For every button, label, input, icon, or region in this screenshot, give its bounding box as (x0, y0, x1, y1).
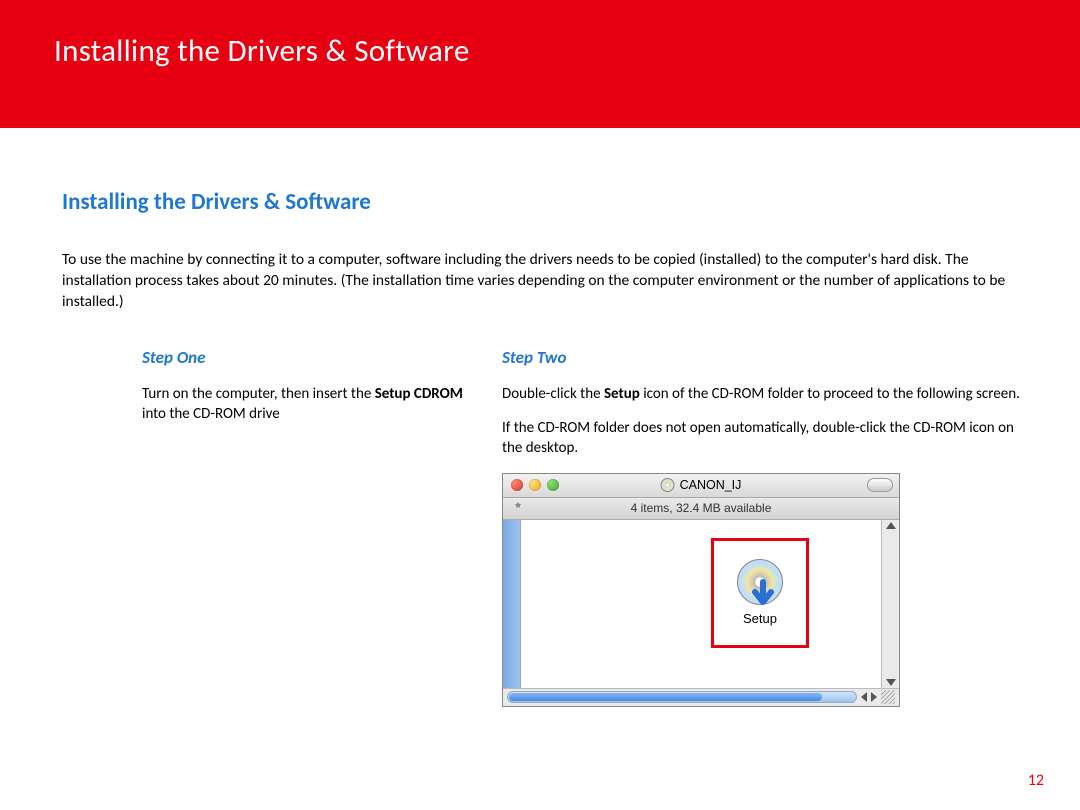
step-two-body: Double-click the Setup icon of the CD-RO… (502, 384, 1028, 459)
page-title: Installing the Drivers & Software (54, 32, 1080, 70)
steps-columns: Step One Turn on the computer, then inse… (62, 347, 1028, 707)
step-two-p2: If the CD-ROM folder does not open autom… (502, 418, 1028, 459)
finder-body: Setup (503, 520, 899, 688)
scroll-down-icon (886, 679, 896, 686)
step-two-heading: Step Two (502, 347, 1028, 368)
close-icon (511, 479, 523, 491)
window-title: CANON_IJ (661, 478, 742, 492)
step-one-heading: Step One (142, 347, 472, 368)
intro-paragraph: To use the machine by connecting it to a… (62, 250, 1028, 313)
cd-setup-icon (737, 559, 783, 605)
disc-icon (661, 478, 675, 492)
scroll-up-icon (886, 522, 896, 529)
minimize-icon (529, 479, 541, 491)
finder-window-screenshot: CANON_IJ 4 items, 32.4 MB available (502, 473, 900, 707)
traffic-lights (511, 479, 559, 491)
icon-area: Setup (521, 520, 881, 688)
zoom-icon (547, 479, 559, 491)
step-one-bold: Setup CDROM (375, 385, 463, 403)
step-two-p1-bold: Setup (604, 385, 640, 403)
sidebar-sliver (503, 520, 521, 688)
window-title-text: CANON_IJ (680, 478, 742, 492)
page-number: 12 (1028, 771, 1044, 790)
step-one-text-a: Turn on the computer, then insert the (142, 385, 375, 403)
setup-icon-label: Setup (743, 611, 777, 626)
setup-icon-highlight: Setup (711, 538, 809, 648)
step-one-text-b: into the CD-ROM drive (142, 405, 280, 423)
vertical-scrollbar (881, 520, 899, 688)
finder-status-bar: 4 items, 32.4 MB available (503, 498, 899, 520)
resize-corner-icon (881, 690, 895, 704)
action-menu-icon (511, 501, 525, 515)
horizontal-scrollbar (507, 691, 857, 703)
finder-bottom-bar (503, 688, 899, 706)
content-area: Installing the Drivers & Software To use… (0, 128, 1080, 707)
step-one-body: Turn on the computer, then insert the Se… (142, 384, 472, 425)
scroll-right-icon (871, 692, 877, 702)
finder-titlebar: CANON_IJ (503, 474, 899, 498)
step-one-column: Step One Turn on the computer, then inse… (62, 347, 472, 707)
status-text: 4 items, 32.4 MB available (631, 501, 772, 515)
step-two-column: Step Two Double-click the Setup icon of … (492, 347, 1028, 707)
toolbar-toggle-icon (867, 478, 893, 492)
header-band: Installing the Drivers & Software (0, 0, 1080, 128)
scroll-left-icon (861, 692, 867, 702)
step-two-p1a: Double-click the (502, 385, 604, 403)
step-two-p1b: icon of the CD-ROM folder to proceed to … (640, 385, 1020, 403)
section-heading: Installing the Drivers & Software (62, 188, 1028, 216)
